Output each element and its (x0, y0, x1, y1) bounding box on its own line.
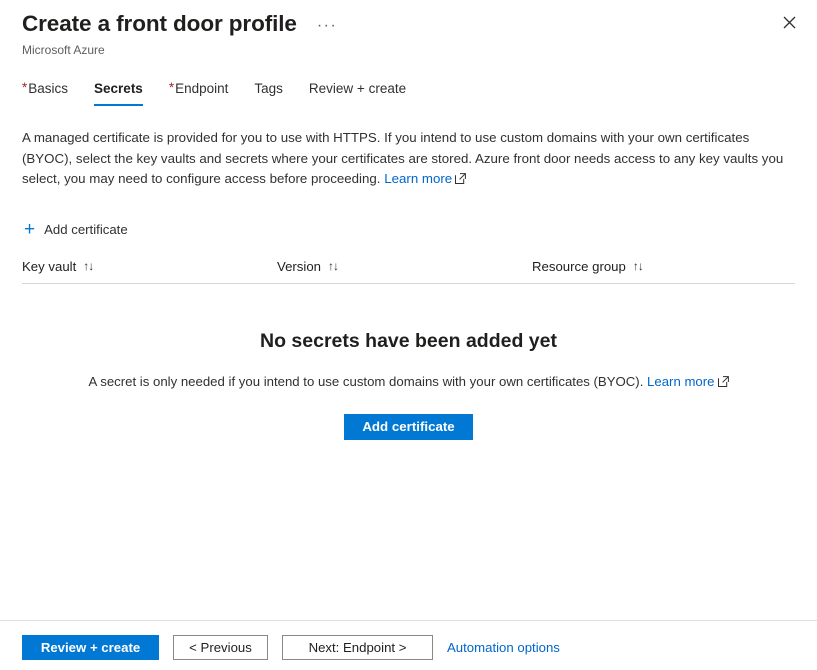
required-indicator: * (168, 80, 175, 95)
tab-endpoint-label: Endpoint (175, 81, 229, 96)
intro-learn-more-label: Learn more (384, 171, 453, 186)
sort-icon: ↑↓ (632, 259, 644, 273)
empty-state-description: A secret is only needed if you intend to… (22, 373, 795, 392)
tab-endpoint[interactable]: *Endpoint (169, 80, 229, 106)
sort-icon: ↑↓ (83, 259, 94, 273)
tab-secrets[interactable]: Secrets (94, 80, 143, 106)
create-front-door-profile-blade: Create a front door profile ··· Microsof… (0, 0, 817, 670)
page-title: Create a front door profile (22, 11, 297, 36)
blade-subtitle: Microsoft Azure (22, 43, 105, 57)
secrets-table-header: Key vault ↑↓ Version ↑↓ Resource group ↑… (22, 259, 795, 284)
column-header-key-vault[interactable]: Key vault ↑↓ (22, 259, 277, 274)
next-endpoint-button[interactable]: Next: Endpoint > (282, 635, 433, 660)
plus-icon: + (24, 218, 36, 240)
title-row: Create a front door profile ··· (22, 9, 793, 39)
sort-icon: ↑↓ (328, 259, 339, 273)
empty-state-learn-more-link[interactable]: Learn more (647, 374, 714, 389)
add-certificate-command[interactable]: + Add certificate (22, 220, 134, 240)
tab-tags[interactable]: Tags (254, 80, 283, 106)
tab-tags-label: Tags (254, 81, 283, 96)
external-link-icon (455, 170, 467, 191)
automation-options-link[interactable]: Automation options (447, 635, 560, 660)
tab-review-create[interactable]: Review + create (309, 80, 406, 106)
required-indicator: * (22, 80, 28, 95)
add-certificate-button[interactable]: Add certificate (344, 413, 473, 440)
empty-state-title: No secrets have been added yet (260, 329, 557, 352)
intro-paragraph: A managed certificate is provided for yo… (22, 128, 795, 191)
external-link-icon (717, 374, 729, 392)
review-create-button[interactable]: Review + create (22, 635, 159, 660)
empty-state-description-text: A secret is only needed if you intend to… (88, 373, 644, 389)
command-bar: + Add certificate (22, 217, 795, 243)
column-header-resource-group[interactable]: Resource group ↑↓ (532, 259, 792, 274)
column-header-key-vault-label: Key vault (22, 258, 77, 274)
column-header-version-label: Version (277, 258, 321, 274)
close-icon[interactable] (774, 7, 804, 37)
blade-header: Create a front door profile ··· Microsof… (0, 0, 817, 58)
wizard-tabs: *Basics Secrets *Endpoint Tags Review + … (0, 76, 817, 106)
column-header-version[interactable]: Version ↑↓ (277, 259, 532, 274)
add-certificate-command-label: Add certificate (44, 222, 128, 237)
tab-secrets-label: Secrets (94, 81, 143, 96)
tab-basics-label: Basics (28, 81, 69, 96)
empty-state-learn-more-label: Learn more (647, 373, 715, 389)
blade-content: A managed certificate is provided for yo… (0, 106, 817, 620)
tab-review-create-label: Review + create (308, 81, 407, 96)
previous-button[interactable]: < Previous (173, 635, 268, 660)
intro-learn-more-link[interactable]: Learn more (384, 171, 452, 186)
more-options-icon[interactable]: ··· (313, 17, 341, 35)
blade-footer: Review + create < Previous Next: Endpoin… (0, 620, 817, 670)
empty-state: No secrets have been added yet A secret … (22, 328, 795, 440)
tab-basics[interactable]: *Basics (22, 80, 68, 106)
column-header-resource-group-label: Resource group (532, 258, 626, 274)
